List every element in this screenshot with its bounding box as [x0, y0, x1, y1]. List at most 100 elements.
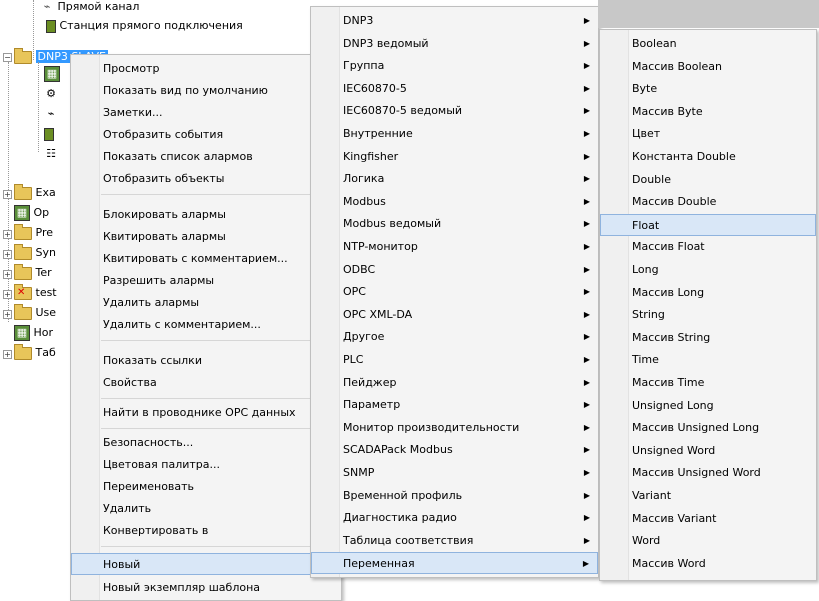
submenu-item[interactable]: SCADAPack Modbus ▶ [311, 439, 598, 461]
tree-child-4[interactable] [44, 124, 54, 144]
submenu-item[interactable]: Внутренние ▶ [311, 123, 598, 145]
expand-icon[interactable]: + [3, 350, 12, 359]
menu-item-events[interactable]: Отобразить события [71, 124, 341, 146]
menu-item-security[interactable]: Безопасность... [71, 432, 341, 454]
tree-item-syn[interactable]: Syn [14, 243, 56, 263]
variable-type-item[interactable]: Массив Variant [600, 508, 816, 530]
submenu-item[interactable]: NTP-монитор ▶ [311, 236, 598, 258]
menu-item-palette[interactable]: Цветовая палитра... [71, 454, 341, 476]
expand-icon[interactable]: + [3, 270, 12, 279]
variable-type-item[interactable]: Массив Long [600, 282, 816, 304]
variable-type-item[interactable]: Byte [600, 78, 816, 100]
submenu-item[interactable]: DNP3 ведомый ▶ [311, 33, 598, 55]
submenu-item[interactable]: Группа ▶ [311, 55, 598, 77]
tree-item-tab[interactable]: Таб [14, 343, 56, 363]
collapse-icon[interactable]: − [3, 53, 12, 62]
submenu-item[interactable]: OPC XML-DA ▶ [311, 304, 598, 326]
submenu-item[interactable]: Пейджер ▶ [311, 372, 598, 394]
variable-type-item[interactable]: Массив Unsigned Long [600, 417, 816, 439]
tree-item-direct-channel[interactable]: ⌁ Прямой канал [40, 0, 140, 17]
submenu-item[interactable]: Modbus ▶ [311, 191, 598, 213]
submenu-item[interactable]: DNP3 ▶ [311, 10, 598, 32]
menu-item-show-objects[interactable]: Отобразить объекты [71, 168, 341, 190]
variable-type-item[interactable]: Массив Float [600, 236, 816, 258]
expand-icon[interactable]: + [3, 290, 12, 299]
menu-item-ack-alarms[interactable]: Квитировать алармы [71, 226, 341, 248]
menu-item-notes[interactable]: Заметки... [71, 102, 341, 124]
tree-item-exa[interactable]: Exa [14, 183, 56, 203]
expand-icon[interactable]: + [3, 230, 12, 239]
submenu-item[interactable]: Kingfisher ▶ [311, 146, 598, 168]
menu-item-rename[interactable]: Переименовать [71, 476, 341, 498]
submenu-item[interactable]: Переменная ▶ [311, 552, 598, 575]
menu-item-delete-alarms[interactable]: Удалить алармы [71, 292, 341, 314]
menu-item-default-view[interactable]: Показать вид по умолчанию [71, 80, 341, 102]
menu-item-ack-comment[interactable]: Квитировать с комментарием... [71, 248, 341, 270]
variable-type-item[interactable]: Double [600, 169, 816, 191]
tree-child-2[interactable]: ⚙ [44, 84, 58, 104]
submenu-item[interactable]: Другое ▶ [311, 326, 598, 348]
expand-icon[interactable]: + [3, 250, 12, 259]
tree-item-op[interactable]: ▦ Op [14, 203, 49, 223]
variable-type-item[interactable]: Массив Time [600, 372, 816, 394]
variable-type-item[interactable]: Константа Double [600, 146, 816, 168]
menu-item-new[interactable]: Новый▶ [71, 553, 341, 575]
submenu-item[interactable]: Логика ▶ [311, 168, 598, 190]
variable-type-item[interactable]: Variant [600, 485, 816, 507]
tree-item-direct-station[interactable]: Станция прямого подключения [46, 16, 243, 36]
submenu-item[interactable]: SNMP ▶ [311, 462, 598, 484]
menu-item-find-opc[interactable]: Найти в проводнике OPC данных [71, 402, 341, 424]
tree-item-test[interactable]: ✕ test [14, 283, 57, 303]
folder-icon [14, 303, 32, 320]
menu-item-enable-alarms[interactable]: Разрешить алармы [71, 270, 341, 292]
submenu-arrow-icon: ▶ [583, 129, 590, 138]
tree-item-ter[interactable]: Ter [14, 263, 52, 283]
menu-item-show-refs[interactable]: Показать ссылки [71, 350, 341, 372]
variable-type-item[interactable]: Цвет [600, 123, 816, 145]
menu-item-properties[interactable]: Свойства [71, 372, 341, 394]
tree-item-hor[interactable]: ▦ Hor [14, 323, 53, 343]
variable-type-item[interactable]: Unsigned Word [600, 440, 816, 462]
variable-type-item[interactable]: Float [600, 213, 816, 236]
menu-item-convert[interactable]: Конвертировать в▶ [71, 520, 341, 542]
submenu-item[interactable]: IEC60870-5 ▶ [311, 78, 598, 100]
variable-type-item[interactable]: Массив String [600, 327, 816, 349]
menu-item-delete-comment[interactable]: Удалить с комментарием... [71, 314, 341, 336]
submenu-item[interactable]: Modbus ведомый ▶ [311, 213, 598, 235]
variable-type-item[interactable]: Массив Double [600, 191, 816, 213]
menu-item-new-template-instance[interactable]: Новый экземпляр шаблона [71, 577, 341, 599]
tree-child-5[interactable]: ☷ [44, 144, 58, 164]
variable-type-item[interactable]: Word [600, 530, 816, 552]
submenu-arrow-icon: ▶ [583, 468, 590, 477]
menu-item-alarm-list[interactable]: Показать список алармов [71, 146, 341, 168]
variable-type-item[interactable]: Unsigned Long [600, 395, 816, 417]
submenu-item[interactable]: Таблица соответствия ▶ [311, 530, 598, 552]
tree-item-use[interactable]: Use [14, 303, 56, 323]
variable-type-item[interactable]: Long [600, 259, 816, 281]
menu-item-delete[interactable]: Удалить [71, 498, 341, 520]
submenu-item[interactable]: IEC60870-5 ведомый ▶ [311, 100, 598, 122]
variable-type-item[interactable]: Time [600, 349, 816, 371]
submenu-arrow-icon: ▶ [583, 242, 590, 251]
submenu-item[interactable]: Параметр ▶ [311, 394, 598, 416]
variable-type-item[interactable]: String [600, 304, 816, 326]
menu-item-block-alarms[interactable]: Блокировать алармы [71, 204, 341, 226]
expand-icon[interactable]: + [3, 310, 12, 319]
variable-type-item[interactable]: Массив Word [600, 553, 816, 575]
submenu-item[interactable]: Временной профиль ▶ [311, 485, 598, 507]
variable-type-item[interactable]: Массив Byte [600, 101, 816, 123]
submenu-item[interactable]: Монитор производительности ▶ [311, 417, 598, 439]
tree-item-pre[interactable]: Pre [14, 223, 53, 243]
menu-item-view[interactable]: Просмотр [71, 58, 341, 80]
variable-type-item[interactable]: Boolean [600, 33, 816, 55]
submenu-item[interactable]: OPC ▶ [311, 281, 598, 303]
tree-child-3[interactable]: ⌁ [44, 104, 58, 124]
variable-type-item[interactable]: Массив Boolean [600, 56, 816, 78]
submenu-item[interactable]: ODBC ▶ [311, 259, 598, 281]
tree-item-label: Pre [35, 226, 54, 239]
submenu-item[interactable]: PLC ▶ [311, 349, 598, 371]
tree-child-1[interactable]: ▦ [44, 64, 60, 84]
expand-icon[interactable]: + [3, 190, 12, 199]
variable-type-item[interactable]: Массив Unsigned Word [600, 462, 816, 484]
submenu-item[interactable]: Диагностика радио ▶ [311, 507, 598, 529]
